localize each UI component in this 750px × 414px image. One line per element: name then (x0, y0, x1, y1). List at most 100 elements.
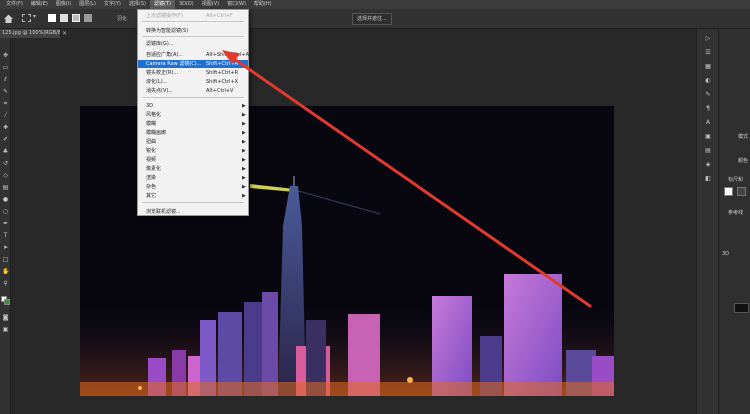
menu-type[interactable]: 文字(Y) (100, 0, 125, 9)
menu-3d[interactable]: 3D(D) (175, 0, 198, 9)
filter-menu-item[interactable]: 滤镜库(G)... (138, 40, 248, 48)
menu-separator (142, 97, 244, 98)
document-tab[interactable]: 125.jpg @ 100%(RGB/8#) (0, 29, 60, 38)
filter-menu-item[interactable]: 消失点(V)... Alt+Ctrl+V (138, 87, 248, 95)
select-and-mask-button[interactable]: 选择并遮住... (352, 13, 392, 25)
filter-menu-item[interactable]: 像素化 ▶ (138, 165, 248, 173)
dodge-tool-icon[interactable]: ○ (2, 208, 9, 215)
tools-panel: ✥ ▭ ℓ ✎ ⌗ ⁄ ✚ ✐ ♣ ↺ ◇ ▤ ● ○ ✒ T ➤ □ ✋ ⚲ … (0, 38, 11, 414)
adjustments-icon[interactable]: ◐ (704, 77, 712, 84)
brush-tool-icon[interactable]: ✐ (2, 136, 9, 143)
styles-icon[interactable]: ◈ (704, 161, 712, 168)
properties-icon[interactable]: ▦ (704, 63, 712, 70)
screen-mode-icon[interactable]: ▣ (2, 326, 9, 333)
quick-mask-icon[interactable]: ◙ (2, 314, 9, 321)
options-bar: ▾ 羽化 选择并遮住... (0, 9, 750, 29)
pen-tool-icon[interactable]: ✒ (2, 220, 9, 227)
filter-menu-item[interactable]: 渲染 ▶ (138, 174, 248, 182)
chevron-down-icon[interactable]: ▾ (33, 13, 36, 20)
filter-menu-item[interactable]: 杂色 ▶ (138, 183, 248, 191)
right-panel-labels (718, 29, 750, 414)
move-tool-icon[interactable]: ✥ (2, 52, 9, 59)
filter-menu-item-label: 上次滤镜操作(F) (146, 13, 183, 19)
marquee-tool-icon[interactable]: ▭ (2, 64, 9, 71)
filter-menu-item[interactable]: 液化(L)... Shift+Ctrl+X (138, 78, 248, 86)
filter-menu-item-label: 液化(L)... (146, 79, 168, 85)
filter-menu-item[interactable]: 其它 ▶ (138, 192, 248, 200)
gradient-tool-icon[interactable]: ▤ (2, 184, 9, 191)
menu-filter[interactable]: 滤镜(T) (149, 0, 175, 9)
add-to-selection-icon[interactable] (60, 14, 68, 22)
layer-thumbnail[interactable] (734, 303, 749, 313)
menu-image[interactable]: 图像(I) (52, 0, 75, 9)
brush-settings-icon[interactable]: ✎ (704, 91, 712, 98)
filter-menu-item[interactable]: 3D ▶ (138, 102, 248, 110)
blur-tool-icon[interactable]: ● (2, 196, 9, 203)
eraser-tool-icon[interactable]: ◇ (2, 172, 9, 179)
menu-window[interactable]: 窗口(W) (223, 0, 250, 9)
layers-icon[interactable]: ◧ (704, 175, 712, 182)
shape-tool-icon[interactable]: □ (2, 256, 9, 263)
chevron-right-icon: ▶ (242, 157, 246, 163)
hand-tool-icon[interactable]: ✋ (2, 268, 9, 275)
filter-menu-item[interactable]: 锐化 ▶ (138, 147, 248, 155)
intersect-selection-icon[interactable] (84, 14, 92, 22)
actions-icon[interactable]: ☰ (704, 49, 712, 56)
right-icon-strip: ▷ ☰ ▦ ◐ ✎ ¶ A ▣ ▤ ◈ ◧ (696, 29, 718, 414)
chevron-right-icon: ▶ (242, 184, 246, 190)
menu-layer[interactable]: 图层(L) (75, 0, 100, 9)
chevron-right-icon: ▶ (242, 175, 246, 181)
background-color-swatch[interactable] (4, 299, 10, 305)
filter-menu-item-label: 3D (146, 103, 154, 109)
clone-stamp-icon[interactable]: ♣ (2, 148, 9, 155)
eyedropper-tool-icon[interactable]: ⁄ (2, 112, 9, 119)
filter-menu-item[interactable]: 模糊画廊 ▶ (138, 129, 248, 137)
menu-select[interactable]: 选择(S) (125, 0, 150, 9)
filter-menu-item[interactable]: 风格化 ▶ (138, 111, 248, 119)
filter-menu-shortcut: Shift+Ctrl+X (206, 79, 239, 85)
3d-panel-tab[interactable]: 3D (722, 251, 729, 257)
filter-menu-item[interactable]: 浏览联机滤镜... (138, 208, 248, 216)
menu-separator (142, 21, 244, 22)
history-icon[interactable]: ▷ (704, 35, 712, 42)
type-tool-icon[interactable]: T (2, 232, 9, 239)
guides-label[interactable]: 参考线 (728, 209, 743, 216)
home-icon[interactable] (3, 13, 14, 24)
menu-file[interactable]: 文件(F) (2, 0, 27, 9)
quick-select-tool-icon[interactable]: ✎ (2, 88, 9, 95)
healing-brush-icon[interactable]: ✚ (2, 124, 9, 131)
filter-menu-item-label: 消失点(V)... (146, 88, 174, 94)
path-select-icon[interactable]: ➤ (2, 244, 9, 251)
new-selection-icon[interactable] (48, 14, 56, 22)
filter-menu-item[interactable]: Camera Raw 滤镜(C)... Shift+Ctrl+A (138, 60, 248, 68)
lasso-tool-icon[interactable]: ℓ (2, 76, 9, 83)
menu-edit[interactable]: 编辑(E) (27, 0, 52, 9)
filter-menu-item: 上次滤镜操作(F) Alt+Ctrl+F (138, 12, 248, 20)
libraries-icon[interactable]: ▣ (704, 133, 712, 140)
chevron-right-icon: ▶ (242, 148, 246, 154)
filter-menu-item[interactable]: 视频 ▶ (138, 156, 248, 164)
subtract-from-selection-icon[interactable] (72, 14, 80, 22)
close-icon[interactable]: × (62, 29, 67, 38)
paragraph-icon[interactable]: ¶ (704, 105, 712, 112)
chevron-right-icon: ▶ (242, 121, 246, 127)
ruler-label[interactable]: 标尺和 (728, 176, 743, 183)
panel-swatch-dark[interactable] (737, 187, 746, 196)
character-icon[interactable]: A (704, 119, 712, 126)
crop-tool-icon[interactable]: ⌗ (2, 100, 9, 107)
filter-menu-item[interactable]: 扭曲 ▶ (138, 138, 248, 146)
filter-menu-shortcut: Shift+Ctrl+A (206, 61, 239, 67)
filter-menu-item-label: 渲染 (146, 175, 157, 181)
filter-menu-item[interactable]: 自适应广角(A)... Alt+Shift+Ctrl+A (138, 51, 250, 59)
history-brush-icon[interactable]: ↺ (2, 160, 9, 167)
rectangular-marquee-icon[interactable] (22, 14, 31, 22)
panel-swatch-white[interactable] (724, 187, 733, 196)
menu-view[interactable]: 视图(V) (198, 0, 223, 9)
filter-menu-item[interactable]: 转换为智能滤镜(S) (138, 27, 248, 35)
filter-menu-item[interactable]: 镜头校正(R)... Shift+Ctrl+R (138, 69, 248, 77)
menu-help[interactable]: 帮助(H) (250, 0, 276, 9)
filter-menu-shortcut: Alt+Shift+Ctrl+A (206, 52, 250, 58)
filter-menu-item[interactable]: 模糊 ▶ (138, 120, 248, 128)
swatches-icon[interactable]: ▤ (704, 147, 712, 154)
zoom-tool-icon[interactable]: ⚲ (2, 280, 9, 287)
